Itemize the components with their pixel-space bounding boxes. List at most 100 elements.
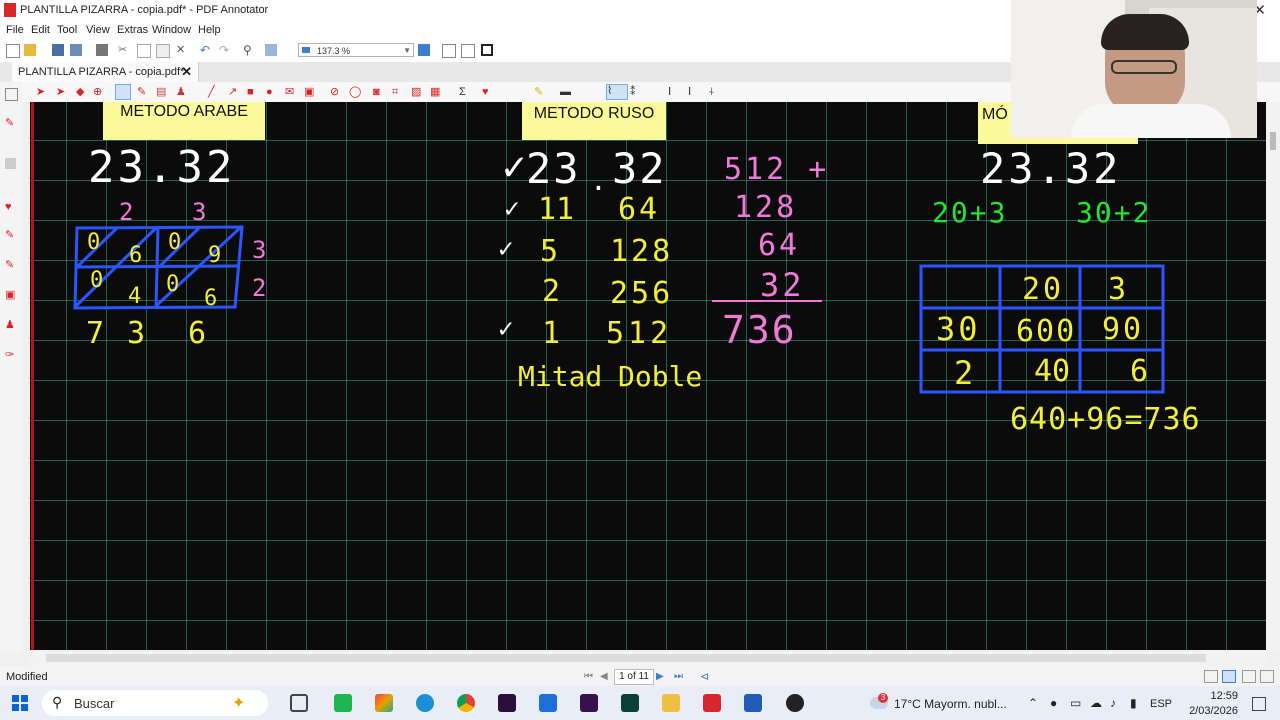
first-page-icon[interactable]: ⏮ xyxy=(584,671,593,682)
weather-text[interactable]: 17°C Mayorm. nubl... xyxy=(894,697,1007,711)
menu-tool[interactable]: Tool xyxy=(57,24,77,36)
pin-icon[interactable]: ⍭ xyxy=(708,86,715,98)
marker-icon[interactable]: ✎ xyxy=(137,86,146,98)
new-document-icon[interactable] xyxy=(6,44,20,58)
redo-icon[interactable]: ↷ xyxy=(219,44,231,56)
language-indicator[interactable]: ESP xyxy=(1150,698,1172,710)
menu-file[interactable]: File xyxy=(6,24,24,36)
menu-extras[interactable]: Extras xyxy=(117,24,148,36)
select-text-icon[interactable]: ➤ xyxy=(56,86,65,98)
save-icon[interactable] xyxy=(52,44,64,56)
heart-icon[interactable]: ♥ xyxy=(5,202,16,213)
crop-icon[interactable]: ⌗ xyxy=(392,86,398,98)
onedrive-icon[interactable]: ☁ xyxy=(1090,696,1102,710)
find-icon[interactable]: ⚲ xyxy=(243,44,255,56)
back-icon[interactable]: ⊲ xyxy=(700,670,709,683)
fit-page-icon[interactable] xyxy=(442,44,456,58)
grid-view-icon[interactable] xyxy=(1260,670,1274,683)
menu-help[interactable]: Help xyxy=(198,24,221,36)
pen-options-icon[interactable]: ⁑ xyxy=(630,86,636,98)
word-icon[interactable] xyxy=(744,694,762,712)
app-icon-green[interactable] xyxy=(334,694,352,712)
mail-icon[interactable]: ✉ xyxy=(285,86,294,98)
obs-icon[interactable] xyxy=(786,694,804,712)
scroll-thumb[interactable] xyxy=(1270,132,1276,150)
arrow-tool-icon[interactable]: ↗ xyxy=(228,86,237,98)
pencil-icon[interactable]: ✎ xyxy=(5,230,16,241)
volume-icon[interactable]: ♪ xyxy=(1110,696,1116,710)
print-icon[interactable] xyxy=(96,44,108,56)
file-explorer-icon[interactable] xyxy=(662,694,680,712)
stamp-tool-icon[interactable]: ▣ xyxy=(5,290,16,301)
menu-edit[interactable]: Edit xyxy=(31,24,50,36)
clock-date[interactable]: 2/03/2026 xyxy=(1182,705,1238,717)
highlighter-icon[interactable]: ✎ xyxy=(5,260,16,271)
rectangle-tool-icon[interactable]: ■ xyxy=(247,86,254,98)
insert-text-icon[interactable]: Ⅰ xyxy=(668,86,671,98)
page-icon[interactable] xyxy=(5,88,18,101)
text-box-icon[interactable]: ▤ xyxy=(156,86,166,98)
edge-icon[interactable] xyxy=(416,694,434,712)
vertical-scrollbar[interactable] xyxy=(1266,102,1280,650)
fit-width-icon[interactable] xyxy=(418,44,430,56)
link-icon[interactable]: ⊘ xyxy=(330,86,339,98)
pdf-annotator-task-icon[interactable] xyxy=(703,694,721,712)
select-area-icon[interactable]: ▦ xyxy=(430,86,440,98)
image-icon[interactable]: ▨ xyxy=(411,86,421,98)
next-page-icon[interactable]: ▶ xyxy=(656,671,664,682)
horizontal-scrollbar[interactable] xyxy=(30,650,1266,666)
copy-icon[interactable] xyxy=(137,44,151,58)
palette-scroll-icon[interactable] xyxy=(5,158,16,169)
line-tool-icon[interactable]: ╱ xyxy=(208,86,215,98)
windows-start-icon[interactable] xyxy=(12,695,28,711)
tab-document[interactable]: PLANTILLA PIZARRA - copia.pdf* ✕ xyxy=(12,62,199,82)
prev-page-icon[interactable]: ◀ xyxy=(600,671,608,682)
notification-icon[interactable] xyxy=(1252,697,1266,711)
task-view-icon[interactable] xyxy=(290,694,308,712)
taskbar-search[interactable]: ⚲ Buscar ✦ xyxy=(42,690,268,716)
sum-icon[interactable]: Σ xyxy=(459,86,466,98)
text-style-icon[interactable]: Ⅰ xyxy=(688,86,691,98)
red-pen-icon[interactable]: ✎ xyxy=(5,118,16,129)
pen-tool-icon[interactable] xyxy=(115,84,131,100)
battery-icon[interactable]: ▮ xyxy=(1130,696,1137,710)
network-icon[interactable]: ▭ xyxy=(1070,696,1081,710)
clock-time[interactable]: 12:59 xyxy=(1182,690,1238,702)
single-page-view-icon[interactable] xyxy=(1204,670,1218,683)
line-width-icon[interactable]: ▬ xyxy=(560,86,571,98)
delete-icon[interactable]: ✕ xyxy=(176,44,188,56)
extract-icon[interactable] xyxy=(265,44,277,56)
zoom-out-icon[interactable] xyxy=(302,47,310,53)
paste-icon[interactable] xyxy=(156,44,170,58)
zoom-tool-icon[interactable]: ⊕ xyxy=(93,86,102,98)
premiere-icon[interactable] xyxy=(498,694,516,712)
menu-view[interactable]: View xyxy=(86,24,110,36)
app-icon-copilot[interactable] xyxy=(375,694,393,712)
chrome-icon[interactable] xyxy=(457,694,475,712)
scroll-thumb[interactable] xyxy=(46,654,1206,662)
ellipse-tool-icon[interactable]: ● xyxy=(266,86,273,98)
brush-icon[interactable]: ♟ xyxy=(5,320,16,331)
eraser-icon[interactable]: ◆ xyxy=(76,86,84,98)
tab-close-icon[interactable]: ✕ xyxy=(181,64,192,80)
continuous-view-icon[interactable] xyxy=(1222,670,1236,683)
last-page-icon[interactable]: ⏭ xyxy=(674,671,683,682)
attachment-icon[interactable]: ▣ xyxy=(304,86,314,98)
outlook-icon[interactable] xyxy=(539,694,557,712)
zoom-select[interactable]: 137.3 % ▼ xyxy=(298,43,414,57)
menu-window[interactable]: Window xyxy=(152,24,191,36)
fullscreen-icon[interactable] xyxy=(481,44,493,56)
facing-view-icon[interactable] xyxy=(1242,670,1256,683)
audition-icon[interactable] xyxy=(621,694,639,712)
whiteboard-canvas[interactable]: METODO ARABE 23.32 2 3 0 6 0 9 0 4 0 6 3… xyxy=(30,102,1266,650)
pipette-icon[interactable]: ✑ xyxy=(5,350,16,361)
favorites-heart-icon[interactable]: ♥ xyxy=(482,86,489,98)
cut-icon[interactable]: ✂ xyxy=(118,44,130,56)
stamp-icon[interactable]: ♟ xyxy=(176,86,186,98)
page-indicator[interactable]: 1 of 11 xyxy=(614,669,654,685)
smooth-ink-icon[interactable]: ⌇ xyxy=(606,84,628,100)
color-pen-icon[interactable]: ✎ xyxy=(534,86,543,98)
two-pages-icon[interactable] xyxy=(461,44,475,58)
undo-icon[interactable]: ↶ xyxy=(200,44,212,56)
select-arrow-icon[interactable]: ➤ xyxy=(36,86,45,98)
